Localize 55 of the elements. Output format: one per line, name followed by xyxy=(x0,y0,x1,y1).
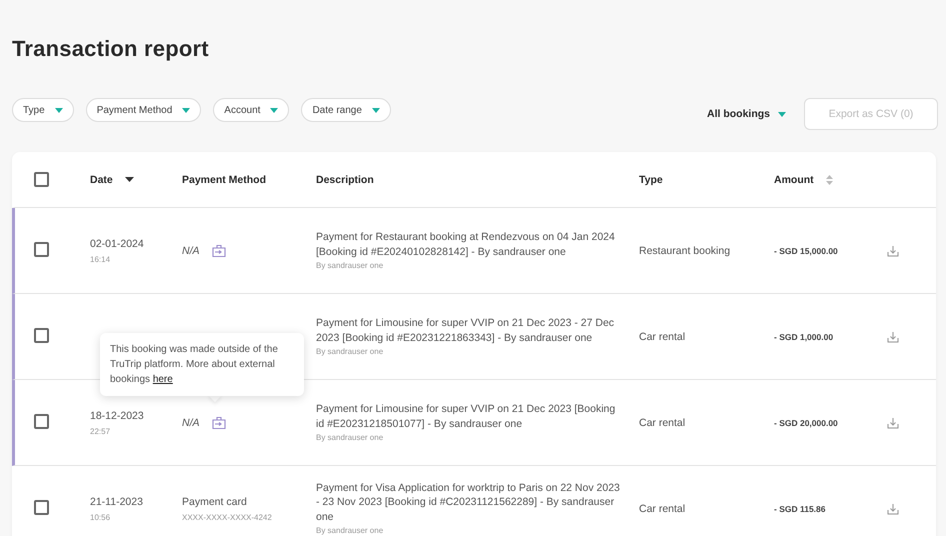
author-text: By sandrauser one xyxy=(316,526,384,536)
author-text: By sandrauser one xyxy=(316,433,384,443)
download-icon[interactable] xyxy=(887,416,899,428)
description-text: Payment for Visa Application for worktrip to Paris on 22 Nov 2023 - 23 Nov 2023 [Booking id #C20231121562289] - By sandrauser one xyxy=(316,480,621,524)
caret-icon xyxy=(182,108,190,112)
caret-icon xyxy=(270,108,278,112)
description-text: Payment for Limousine for super VVIP on 21 Dec 2023 [Booking id #E20231218501077] - By sandrauser one xyxy=(316,402,616,431)
column-header[interactable]: Description xyxy=(316,174,374,186)
column-header[interactable]: Date xyxy=(90,174,113,186)
checkbox[interactable] xyxy=(34,242,49,256)
date-text: 21-11-2023 xyxy=(90,496,144,508)
payment-method-text: Payment card xyxy=(182,496,248,508)
time-text: 22:57 xyxy=(90,426,112,436)
description-text: Payment for Restaurant booking at Rendezvous on 04 Jan 2024 [Booking id #E20240102828142] - By sandrauser one xyxy=(316,230,616,259)
caret-icon xyxy=(778,112,786,116)
column-header[interactable]: Payment Method xyxy=(182,174,266,186)
time-text: 16:14 xyxy=(90,254,112,264)
bookings-dropdown[interactable]: All bookings xyxy=(701,107,792,121)
type-text: Car rental xyxy=(639,416,686,428)
sort-down-icon[interactable] xyxy=(124,177,134,182)
amount-text: - SGD 20,000.00 xyxy=(774,416,839,430)
card-number-text: XXXX-XXXX-XXXX-4242 xyxy=(182,512,273,522)
amount-text: - SGD 15,000.00 xyxy=(774,244,839,258)
payment-method-text: N/A xyxy=(182,416,200,428)
amount-text: - SGD 115.86 xyxy=(774,502,827,516)
type-text: Car rental xyxy=(639,502,686,514)
column-header[interactable]: Type xyxy=(639,174,663,186)
column-header[interactable]: Amount xyxy=(774,174,814,186)
transaction-row[interactable]: 02-01-2024 16:14 N/A Payment for Restaurant booking at Rendezvous on 04 Jan 2024 [Booking id #E20240102828142] - By sandrauser one By sandrauser one Restaurant booking - SGD 15,000.00 xyxy=(12,208,936,294)
type-text: Restaurant booking xyxy=(639,244,730,256)
download-icon[interactable] xyxy=(887,244,899,256)
payment-method-text: N/A xyxy=(182,244,200,256)
filter-dropdown[interactable]: Date range xyxy=(301,98,391,122)
download-icon[interactable] xyxy=(887,330,899,342)
checkbox[interactable] xyxy=(34,172,49,187)
date-text: 02-01-2024 xyxy=(90,238,145,250)
filter-dropdown[interactable]: Payment Method xyxy=(86,98,202,122)
description-text: Payment for Limousine for super VVIP on 21 Dec 2023 - 27 Dec 2023 [Booking id #E20231221863343] - By sandrauser one xyxy=(316,316,616,345)
checkbox[interactable] xyxy=(34,500,49,514)
amount-text: - SGD 1,000.00 xyxy=(774,330,834,344)
filter-dropdown[interactable]: Type xyxy=(12,98,74,122)
checkbox[interactable] xyxy=(34,414,49,428)
checkbox[interactable] xyxy=(34,328,49,342)
caret-icon xyxy=(372,108,380,112)
page-title: Transaction report xyxy=(12,36,210,62)
caret-icon xyxy=(54,108,63,112)
download-icon[interactable] xyxy=(887,502,899,514)
author-text: By sandrauser one xyxy=(316,347,384,357)
type-text: Car rental xyxy=(639,330,686,342)
external-booking-icon[interactable] xyxy=(212,244,226,257)
time-text: 10:56 xyxy=(90,512,112,522)
author-text: By sandrauser one xyxy=(316,261,384,271)
date-text: 18-12-2023 xyxy=(90,410,145,422)
external-booking-icon[interactable] xyxy=(212,416,226,429)
filter-dropdown[interactable]: Account xyxy=(213,98,290,122)
